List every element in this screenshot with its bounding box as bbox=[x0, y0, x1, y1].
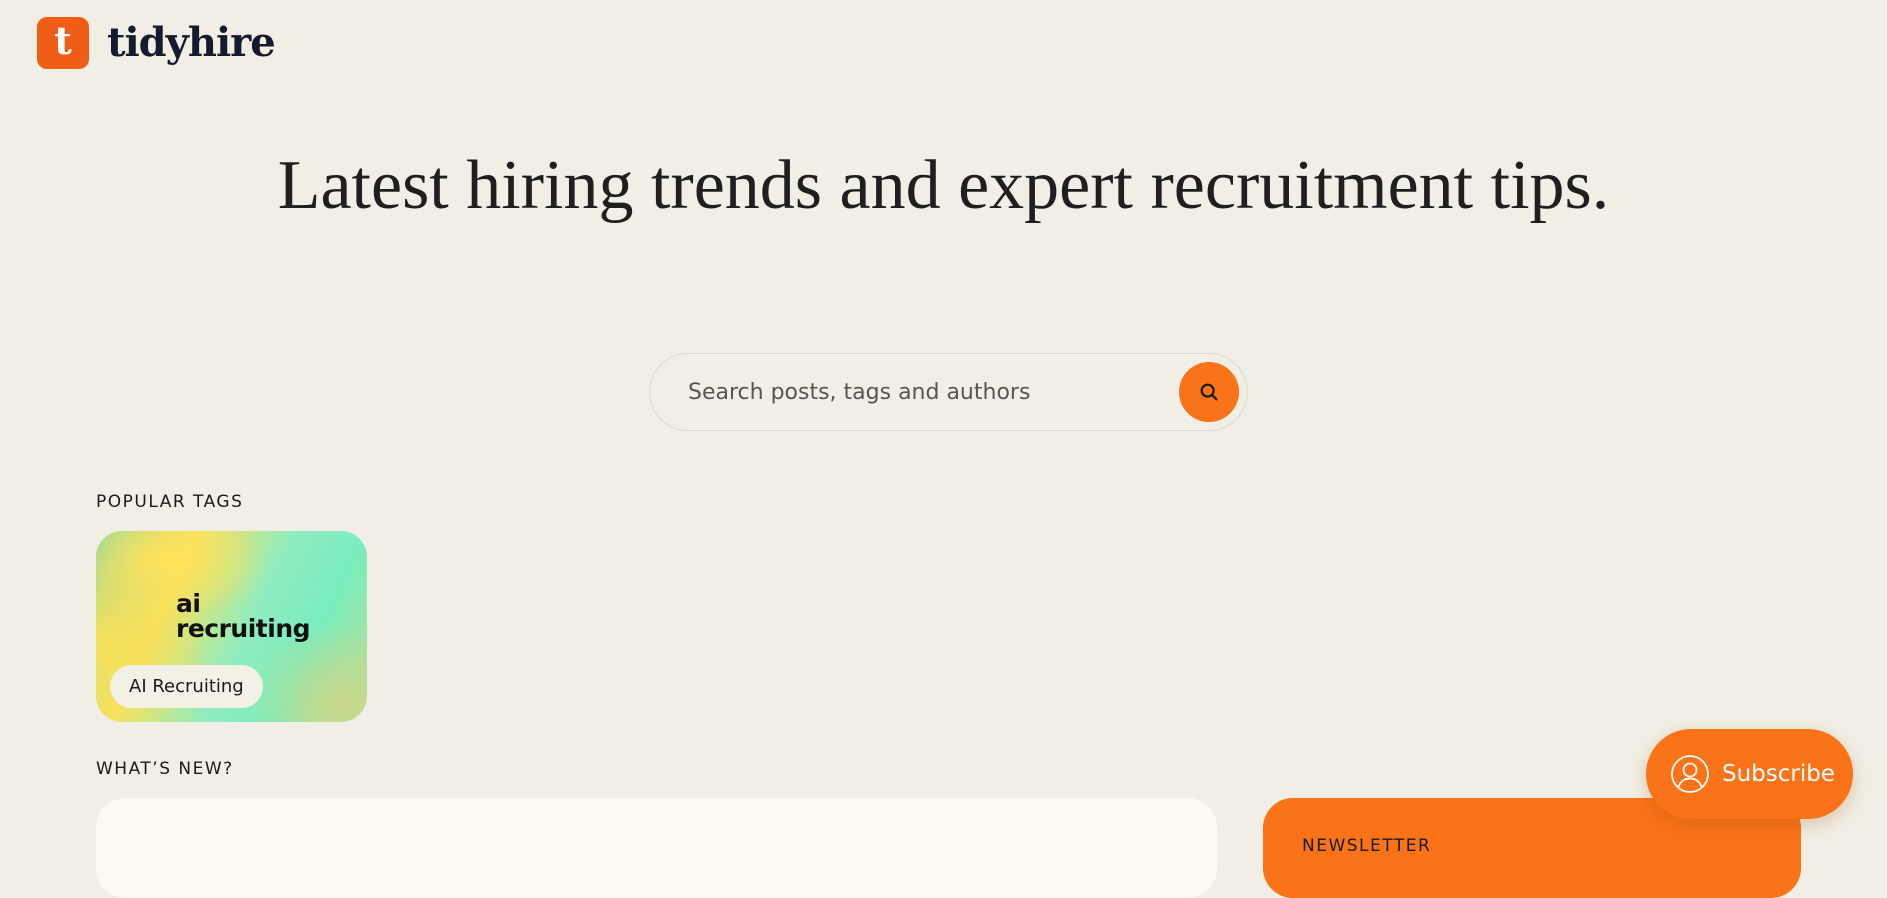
search-bar bbox=[649, 353, 1248, 431]
logo-mark: t bbox=[37, 17, 89, 69]
search-button[interactable] bbox=[1179, 362, 1239, 422]
subscribe-label: Subscribe bbox=[1722, 761, 1836, 787]
search-input[interactable] bbox=[650, 353, 1179, 431]
logo-link[interactable]: t tidyhire bbox=[37, 17, 276, 69]
tag-card-art-line: ai bbox=[176, 589, 201, 618]
hero-title: Latest hiring trends and expert recruitm… bbox=[277, 147, 1610, 224]
tag-pill-label: AI Recruiting bbox=[110, 665, 263, 708]
subscribe-button[interactable]: Subscribe bbox=[1646, 729, 1853, 819]
logo-wordmark: tidyhire bbox=[107, 19, 276, 66]
search-icon bbox=[1200, 383, 1218, 401]
featured-post-card[interactable] bbox=[96, 798, 1217, 898]
user-circle-icon bbox=[1670, 754, 1710, 794]
tag-card-ai-recruiting[interactable]: ai recruiting AI Recruiting bbox=[96, 531, 367, 722]
tag-card-art-line: recruiting bbox=[176, 614, 311, 643]
popular-tags-heading: POPULAR TAGS bbox=[96, 492, 244, 512]
whats-new-heading: WHAT’S NEW? bbox=[96, 759, 234, 779]
tag-card-artwork: ai recruiting bbox=[176, 589, 311, 643]
newsletter-heading: NEWSLETTER bbox=[1302, 836, 1432, 856]
